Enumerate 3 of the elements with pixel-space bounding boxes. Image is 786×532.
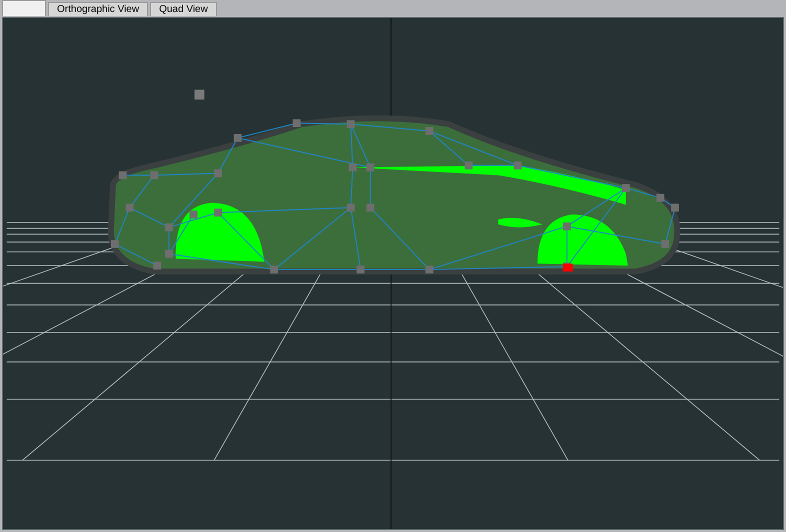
view-tab[interactable] xyxy=(2,0,46,16)
view-tab[interactable]: Orthographic View xyxy=(48,2,148,16)
view-tab[interactable]: Quad View xyxy=(150,2,217,16)
